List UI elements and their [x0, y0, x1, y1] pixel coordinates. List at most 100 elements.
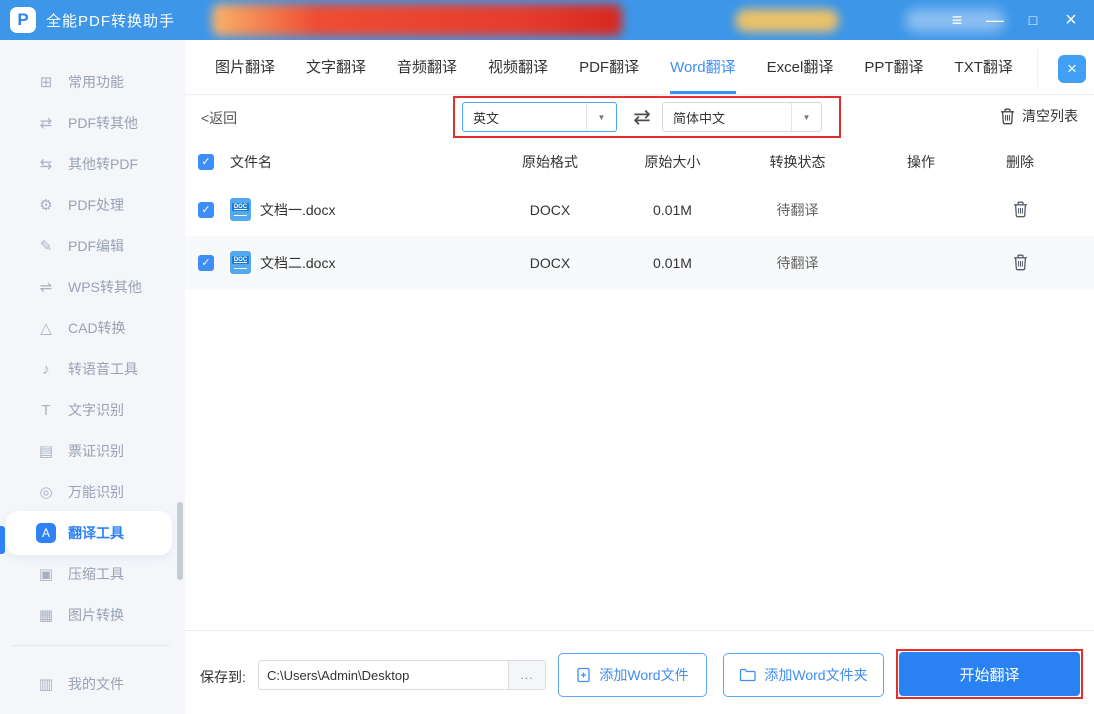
sidebar-item-common-functions[interactable]: ⊞ 常用功能	[0, 62, 185, 102]
sidebar-item-text-ocr[interactable]: T 文字识别	[0, 390, 185, 430]
maximize-button[interactable]: □	[1016, 0, 1050, 40]
sidebar-item-label: 翻译工具	[68, 525, 124, 541]
tab-text-translate[interactable]: 文字翻译	[306, 40, 366, 94]
sidebar-item-label: 转语音工具	[68, 361, 138, 377]
delete-row-icon[interactable]	[1013, 201, 1028, 218]
translate-tool-icon: A	[36, 523, 56, 543]
titlebar: P 全能PDF转换助手 ≡ — □ ×	[0, 0, 1094, 40]
file-format: DOCX	[529, 201, 571, 218]
tab-word-translate[interactable]: Word翻译	[670, 40, 736, 94]
sidebar-item-wps-to-other[interactable]: ⇌ WPS转其他	[0, 267, 185, 307]
tab-audio-translate[interactable]: 音频翻译	[397, 40, 457, 94]
add-word-folder-label: 添加Word文件夹	[764, 667, 868, 683]
header-action: 操作	[907, 153, 935, 170]
tabbar-divider	[1037, 50, 1038, 86]
sidebar: ⊞ 常用功能 ⇄ PDF转其他 ⇆ 其他转PDF ⚙ PDF处理 ✎ PDF编辑…	[0, 40, 185, 714]
file-status: 待翻译	[776, 254, 819, 271]
sidebar-item-compress-tool[interactable]: ▣ 压缩工具	[0, 554, 185, 594]
source-language-select[interactable]: 英文 ▼	[462, 102, 617, 132]
sidebar-item-label: PDF处理	[68, 197, 124, 213]
pdf-edit-icon: ✎	[39, 238, 53, 255]
clear-list-button[interactable]: 清空列表	[1000, 106, 1078, 126]
close-button[interactable]: ×	[1054, 0, 1088, 40]
sidebar-item-cad-convert[interactable]: △ CAD转换	[0, 308, 185, 348]
sidebar-item-label: 图片转换	[68, 607, 124, 623]
row-checkbox[interactable]: ✓	[198, 254, 214, 271]
sidebar-item-pdf-to-other[interactable]: ⇄ PDF转其他	[0, 103, 185, 143]
to-speech-icon: ♪	[42, 360, 50, 378]
delete-row-icon[interactable]	[1013, 254, 1028, 271]
sidebar-item-other-to-pdf[interactable]: ⇆ 其他转PDF	[0, 144, 185, 184]
file-format: DOCX	[529, 254, 571, 271]
close-panel-button[interactable]: ×	[1058, 55, 1086, 83]
row-checkbox[interactable]: ✓	[198, 201, 214, 218]
chevron-down-icon[interactable]: ▼	[586, 103, 616, 131]
sidebar-item-universal-ocr[interactable]: ◎ 万能识别	[0, 472, 185, 512]
app-logo-icon: P	[10, 7, 36, 33]
tab-txt-translate[interactable]: TXT翻译	[955, 40, 1013, 94]
sidebar-item-ticket-ocr[interactable]: ▤ 票证识别	[0, 431, 185, 471]
header-filename: 文件名	[230, 153, 272, 170]
file-name: 文档二.docx	[260, 254, 336, 271]
my-files-icon: ▥	[38, 676, 54, 693]
sidebar-scrollbar[interactable]	[177, 502, 183, 580]
sidebar-item-translate-tool[interactable]: A 翻译工具	[0, 511, 185, 555]
header-delete: 删除	[1006, 153, 1034, 170]
chevron-down-icon[interactable]: ▼	[791, 103, 821, 131]
promo-banner-blurred[interactable]	[212, 4, 622, 36]
header-size: 原始大小	[644, 153, 701, 170]
active-indicator-bar	[0, 526, 5, 554]
trash-icon	[1001, 108, 1014, 124]
main-panel: 图片翻译 文字翻译 音频翻译 视频翻译 PDF翻译 Word翻译 Excel翻译…	[185, 40, 1094, 714]
table-row: ✓ DOC 文档二.docx DOCX 0.01M 待翻译	[185, 236, 1094, 289]
file-status: 待翻译	[776, 201, 819, 218]
swap-languages-icon[interactable]: ⇄	[626, 102, 658, 132]
clear-list-label: 清空列表	[1022, 108, 1078, 124]
vip-badge-blurred[interactable]	[735, 9, 839, 32]
compress-tool-icon: ▣	[38, 566, 54, 583]
add-word-file-button[interactable]: 添加Word文件	[558, 653, 707, 697]
pdf-to-other-icon: ⇄	[39, 115, 53, 132]
target-language-select[interactable]: 简体中文 ▼	[662, 102, 822, 132]
other-to-pdf-icon: ⇆	[39, 156, 53, 173]
pdf-processing-icon: ⚙	[39, 197, 53, 214]
add-word-folder-button[interactable]: 添加Word文件夹	[723, 653, 884, 697]
text-ocr-icon: T	[41, 401, 51, 419]
tab-pdf-translate[interactable]: PDF翻译	[579, 40, 639, 94]
menu-icon[interactable]: ≡	[940, 0, 974, 40]
file-plus-icon	[577, 667, 591, 683]
cad-convert-icon: △	[40, 320, 52, 337]
sidebar-item-label: CAD转换	[68, 320, 126, 336]
ticket-ocr-icon: ▤	[38, 443, 54, 460]
table-header: ✓ 文件名 原始格式 原始大小 转换状态 操作 删除	[185, 140, 1094, 183]
start-translate-button[interactable]: 开始翻译	[899, 652, 1080, 696]
tab-excel-translate[interactable]: Excel翻译	[767, 40, 834, 94]
sidebar-item-pdf-processing[interactable]: ⚙ PDF处理	[0, 185, 185, 225]
image-convert-icon: ▦	[38, 607, 54, 624]
browse-path-button[interactable]: ...	[508, 660, 546, 690]
sidebar-item-to-speech[interactable]: ♪ 转语音工具	[0, 349, 185, 389]
save-path-input[interactable]	[258, 660, 508, 690]
minimize-button[interactable]: —	[978, 0, 1012, 40]
sidebar-item-pdf-edit[interactable]: ✎ PDF编辑	[0, 226, 185, 266]
sidebar-item-label: 票证识别	[68, 443, 124, 459]
sidebar-divider	[12, 645, 170, 646]
sidebar-item-my-files[interactable]: ▥ 我的文件	[0, 664, 185, 704]
header-format: 原始格式	[522, 153, 578, 170]
table-row: ✓ DOC 文档一.docx DOCX 0.01M 待翻译	[185, 183, 1094, 236]
source-language-value: 英文	[473, 110, 500, 126]
sidebar-item-label: 压缩工具	[68, 566, 124, 582]
tab-ppt-translate[interactable]: PPT翻译	[864, 40, 923, 94]
footer-divider	[185, 630, 1094, 631]
tab-video-translate[interactable]: 视频翻译	[488, 40, 548, 94]
back-button[interactable]: <返回	[201, 108, 237, 128]
sidebar-item-label: 我的文件	[68, 676, 124, 692]
sidebar-item-label: PDF转其他	[68, 115, 138, 131]
tab-image-translate[interactable]: 图片翻译	[215, 40, 275, 94]
sidebar-item-label: WPS转其他	[68, 279, 142, 295]
sidebar-item-label: PDF编辑	[68, 238, 124, 254]
target-language-value: 简体中文	[673, 110, 726, 126]
app-title: 全能PDF转换助手	[46, 13, 176, 30]
sidebar-item-image-convert[interactable]: ▦ 图片转换	[0, 595, 185, 635]
select-all-checkbox[interactable]: ✓	[198, 153, 214, 170]
